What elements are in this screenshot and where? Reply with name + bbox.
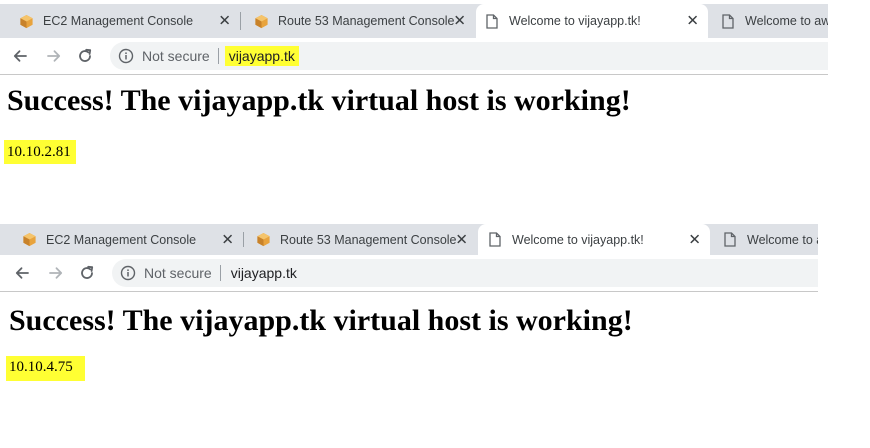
tab-ec2-console[interactable]: EC2 Management Console ✕ xyxy=(8,4,241,38)
tab-welcome-aws[interactable]: Welcome to aws xyxy=(710,4,828,38)
tab-route53-console[interactable]: Route 53 Management Console ✕ xyxy=(243,4,475,38)
aws-cube-icon xyxy=(255,232,271,248)
page-icon xyxy=(722,232,738,248)
tab-strip: EC2 Management Console ✕ Route 53 Manage… xyxy=(0,224,818,255)
tab-label: Welcome to vijayapp.tk! xyxy=(512,232,644,247)
tab-welcome-aws[interactable]: Welcome to a xyxy=(712,224,818,255)
tab-vijayapp-active[interactable]: Welcome to vijayapp.tk! ✕ xyxy=(478,224,710,255)
browser-toolbar: Not secure vijayapp.tk xyxy=(0,38,828,75)
tab-label: EC2 Management Console xyxy=(43,14,194,28)
tab-label: Route 53 Management Console xyxy=(278,14,455,28)
aws-cube-icon xyxy=(253,13,269,29)
address-bar[interactable]: Not secure vijayapp.tk xyxy=(110,42,828,70)
page-icon xyxy=(484,13,500,29)
forward-icon[interactable] xyxy=(46,263,66,283)
server-ip-text: 10.10.2.81 xyxy=(4,140,76,164)
tab-label: Welcome to aws xyxy=(745,14,828,28)
address-bar[interactable]: Not secure vijayapp.tk xyxy=(112,259,818,287)
tab-route53-console[interactable]: Route 53 Management Console ✕ xyxy=(245,224,477,255)
url-text[interactable]: vijayapp.tk xyxy=(227,263,301,283)
tab-label: Welcome to vijayapp.tk! xyxy=(509,14,641,28)
info-icon[interactable] xyxy=(120,265,136,281)
info-icon[interactable] xyxy=(118,48,134,64)
not-secure-label: Not secure xyxy=(142,48,210,64)
reload-icon[interactable] xyxy=(75,46,95,66)
omnibox-divider xyxy=(217,48,219,64)
forward-icon[interactable] xyxy=(44,46,64,66)
tab-separator xyxy=(240,12,241,30)
tab-ec2-console[interactable]: EC2 Management Console ✕ xyxy=(9,224,244,255)
tab-strip: EC2 Management Console ✕ Route 53 Manage… xyxy=(0,4,828,38)
page-icon xyxy=(487,232,503,248)
browser-screenshot-2: EC2 Management Console ✕ Route 53 Manage… xyxy=(0,219,818,448)
tab-vijayapp-active[interactable]: Welcome to vijayapp.tk! ✕ xyxy=(476,4,708,38)
page-content: Success! The vijayapp.tk virtual host is… xyxy=(0,75,828,218)
page-heading: Success! The vijayapp.tk virtual host is… xyxy=(7,84,631,117)
aws-cube-icon xyxy=(18,13,34,29)
page-heading: Success! The vijayapp.tk virtual host is… xyxy=(9,304,633,337)
close-tab-icon[interactable]: ✕ xyxy=(455,232,468,247)
close-tab-icon[interactable]: ✕ xyxy=(453,14,466,29)
back-icon[interactable] xyxy=(12,263,32,283)
tab-separator xyxy=(243,232,244,247)
browser-screenshot-1: EC2 Management Console ✕ Route 53 Manage… xyxy=(0,0,828,218)
close-tab-icon[interactable]: ✕ xyxy=(688,232,701,247)
page-icon xyxy=(720,13,736,29)
aws-cube-icon xyxy=(21,232,37,248)
url-text[interactable]: vijayapp.tk xyxy=(224,46,299,66)
close-tab-icon[interactable]: ✕ xyxy=(221,232,234,247)
close-tab-icon[interactable]: ✕ xyxy=(218,14,231,29)
tab-label: Route 53 Management Console xyxy=(280,232,457,247)
server-ip-text: 10.10.4.75 xyxy=(6,356,85,381)
omnibox-divider xyxy=(219,265,221,281)
not-secure-label: Not secure xyxy=(144,265,212,281)
tab-label: EC2 Management Console xyxy=(46,232,197,247)
close-tab-icon[interactable]: ✕ xyxy=(686,14,699,29)
tab-label: Welcome to a xyxy=(747,232,818,247)
page-content: Success! The vijayapp.tk virtual host is… xyxy=(0,292,818,448)
back-icon[interactable] xyxy=(10,46,30,66)
browser-toolbar: Not secure vijayapp.tk xyxy=(0,255,818,292)
reload-icon[interactable] xyxy=(77,263,97,283)
